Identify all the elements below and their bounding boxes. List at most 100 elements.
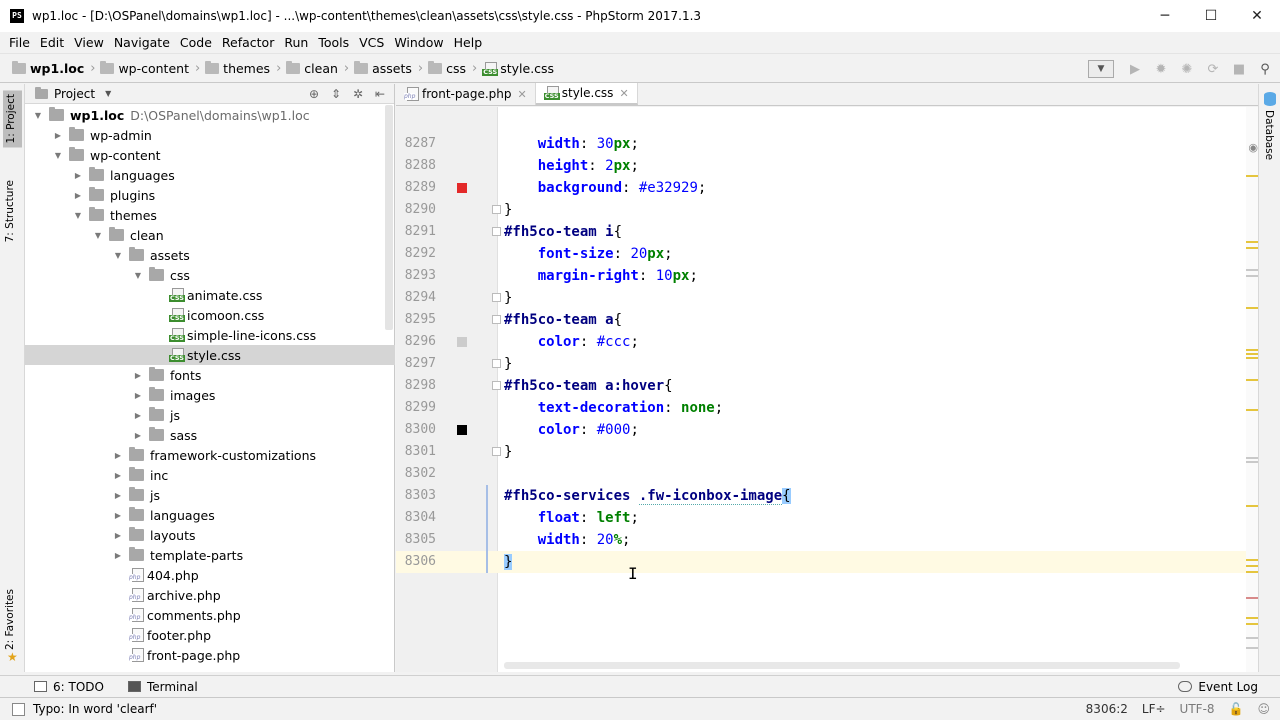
menu-tools[interactable]: Tools bbox=[313, 35, 354, 50]
menu-file[interactable]: File bbox=[4, 35, 35, 50]
tree-scrollbar[interactable] bbox=[385, 105, 393, 330]
tree-item[interactable]: ▼ assets bbox=[25, 245, 395, 265]
collapsed-arrow-icon[interactable]: ▶ bbox=[133, 411, 143, 420]
fold-marker-icon[interactable] bbox=[492, 293, 501, 302]
color-swatch-icon[interactable] bbox=[457, 337, 467, 347]
run-icon[interactable]: ▶ bbox=[1124, 58, 1146, 80]
collapsed-arrow-icon[interactable]: ▶ bbox=[113, 531, 123, 540]
debug-icon[interactable]: ✹ bbox=[1150, 58, 1172, 80]
project-panel-title[interactable]: Project bbox=[54, 87, 95, 101]
tree-item[interactable]: ▶ template-parts bbox=[25, 545, 395, 565]
menu-code[interactable]: Code bbox=[175, 35, 217, 50]
expanded-arrow-icon[interactable]: ▼ bbox=[73, 211, 83, 220]
chevron-down-icon[interactable]: ▼ bbox=[105, 89, 111, 98]
menu-help[interactable]: Help bbox=[449, 35, 488, 50]
lock-icon[interactable]: 🔓 bbox=[1229, 702, 1244, 716]
terminal-tool-button[interactable]: Terminal bbox=[127, 680, 198, 694]
collapsed-arrow-icon[interactable]: ▶ bbox=[113, 491, 123, 500]
fold-marker-icon[interactable] bbox=[492, 205, 501, 214]
tree-item[interactable]: ▶ js bbox=[25, 405, 395, 425]
breadcrumb-wp-content[interactable]: wp-content bbox=[100, 61, 189, 76]
structure-tool-tab[interactable]: 7: Structure bbox=[4, 180, 16, 242]
menu-view[interactable]: View bbox=[69, 35, 109, 50]
collapsed-arrow-icon[interactable]: ▶ bbox=[113, 551, 123, 560]
collapsed-arrow-icon[interactable]: ▶ bbox=[133, 391, 143, 400]
fold-marker-icon[interactable] bbox=[492, 227, 501, 236]
locate-icon[interactable]: ⊕ bbox=[306, 86, 322, 102]
expanded-arrow-icon[interactable]: ▼ bbox=[93, 231, 103, 240]
tree-item[interactable]: ▶ fonts bbox=[25, 365, 395, 385]
tree-item[interactable]: ▶ images bbox=[25, 385, 395, 405]
tree-item[interactable]: ▼ wp1.loc D:\OSPanel\domains\wp1.loc bbox=[25, 105, 395, 125]
menu-vcs[interactable]: VCS bbox=[354, 35, 389, 50]
code-editor[interactable]: 8287 width: 30px; 8288 height: 2px; 8289 b… bbox=[396, 107, 1258, 672]
horizontal-scrollbar[interactable] bbox=[504, 662, 1180, 669]
tree-item[interactable]: ▶ languages bbox=[25, 165, 395, 185]
tree-item[interactable]: php comments.php bbox=[25, 605, 395, 625]
tree-item[interactable]: ▼ css bbox=[25, 265, 395, 285]
color-swatch-icon[interactable] bbox=[457, 183, 467, 193]
collapsed-arrow-icon[interactable]: ▶ bbox=[113, 451, 123, 460]
error-stripe[interactable]: ◉ bbox=[1246, 107, 1258, 672]
fold-marker-icon[interactable] bbox=[492, 381, 501, 390]
tree-item[interactable]: php archive.php bbox=[25, 585, 395, 605]
favorites-tool-tab[interactable]: 2: Favorites bbox=[4, 589, 16, 650]
coverage-icon[interactable]: ✺ bbox=[1176, 58, 1198, 80]
menu-run[interactable]: Run bbox=[279, 35, 313, 50]
expanded-arrow-icon[interactable]: ▼ bbox=[133, 271, 143, 280]
change-marker[interactable] bbox=[486, 551, 488, 573]
tree-item[interactable]: ▶ wp-admin bbox=[25, 125, 395, 145]
color-swatch-icon[interactable] bbox=[457, 425, 467, 435]
file-encoding[interactable]: UTF-8 bbox=[1180, 702, 1215, 716]
collapse-all-icon[interactable]: ⇕ bbox=[328, 86, 344, 102]
fold-marker-icon[interactable] bbox=[492, 447, 501, 456]
inspector-icon[interactable]: ☺ bbox=[1257, 702, 1270, 716]
breadcrumb-wp1-loc[interactable]: wp1.loc bbox=[12, 61, 84, 76]
tab-style-css[interactable]: CSS style.css ✕ bbox=[535, 83, 638, 105]
change-marker[interactable] bbox=[486, 507, 488, 529]
collapsed-arrow-icon[interactable]: ▶ bbox=[73, 191, 83, 200]
search-everywhere-icon[interactable]: ⚲ bbox=[1254, 58, 1276, 80]
run-config-dropdown[interactable]: ▼ bbox=[1088, 60, 1114, 78]
close-tab-icon[interactable]: ✕ bbox=[518, 88, 527, 101]
breadcrumb-css[interactable]: css bbox=[428, 61, 466, 76]
tree-item[interactable]: ▶ languages bbox=[25, 505, 395, 525]
fold-marker-icon[interactable] bbox=[492, 359, 501, 368]
caret-position[interactable]: 8306:2 bbox=[1086, 702, 1128, 716]
collapsed-arrow-icon[interactable]: ▶ bbox=[133, 431, 143, 440]
tree-item[interactable]: ▶ js bbox=[25, 485, 395, 505]
change-marker[interactable] bbox=[486, 529, 488, 551]
collapsed-arrow-icon[interactable]: ▶ bbox=[53, 131, 63, 140]
menu-window[interactable]: Window bbox=[389, 35, 448, 50]
stop-icon[interactable]: ■ bbox=[1228, 58, 1250, 80]
expanded-arrow-icon[interactable]: ▼ bbox=[53, 151, 63, 160]
change-marker[interactable] bbox=[486, 485, 488, 507]
line-separator[interactable]: LF÷ bbox=[1142, 702, 1166, 716]
expanded-arrow-icon[interactable]: ▼ bbox=[113, 251, 123, 260]
hide-panel-icon[interactable]: ⇤ bbox=[372, 86, 388, 102]
breadcrumb-clean[interactable]: clean bbox=[286, 61, 338, 76]
collapsed-arrow-icon[interactable]: ▶ bbox=[113, 471, 123, 480]
tree-item[interactable]: ▶ plugins bbox=[25, 185, 395, 205]
database-tool-tab[interactable]: Database bbox=[1263, 110, 1275, 160]
tab-front-page-php[interactable]: php front-page.php ✕ bbox=[396, 83, 536, 105]
tree-item[interactable]: CSS animate.css bbox=[25, 285, 395, 305]
tree-item[interactable]: php 404.php bbox=[25, 565, 395, 585]
maximize-button[interactable]: ☐ bbox=[1188, 0, 1234, 32]
toggle-tool-windows-icon[interactable] bbox=[12, 702, 25, 716]
tree-item[interactable]: ▶ inc bbox=[25, 465, 395, 485]
close-tab-icon[interactable]: ✕ bbox=[619, 87, 628, 100]
gear-icon[interactable]: ✲ bbox=[350, 86, 366, 102]
tree-item[interactable]: ▶ sass bbox=[25, 425, 395, 445]
project-tool-tab[interactable]: 1: Project bbox=[3, 90, 22, 148]
event-log-button[interactable]: Event Log bbox=[1178, 680, 1258, 694]
tree-item[interactable]: ▶ layouts bbox=[25, 525, 395, 545]
collapsed-arrow-icon[interactable]: ▶ bbox=[113, 511, 123, 520]
eye-icon[interactable]: ◉ bbox=[1248, 141, 1258, 154]
profile-icon[interactable]: ⟳ bbox=[1202, 58, 1224, 80]
close-window-button[interactable]: ✕ bbox=[1234, 0, 1280, 32]
collapsed-arrow-icon[interactable]: ▶ bbox=[73, 171, 83, 180]
tree-item[interactable]: ▼ themes bbox=[25, 205, 395, 225]
tree-item[interactable]: ▼ wp-content bbox=[25, 145, 395, 165]
tree-item[interactable]: CSS icomoon.css bbox=[25, 305, 395, 325]
